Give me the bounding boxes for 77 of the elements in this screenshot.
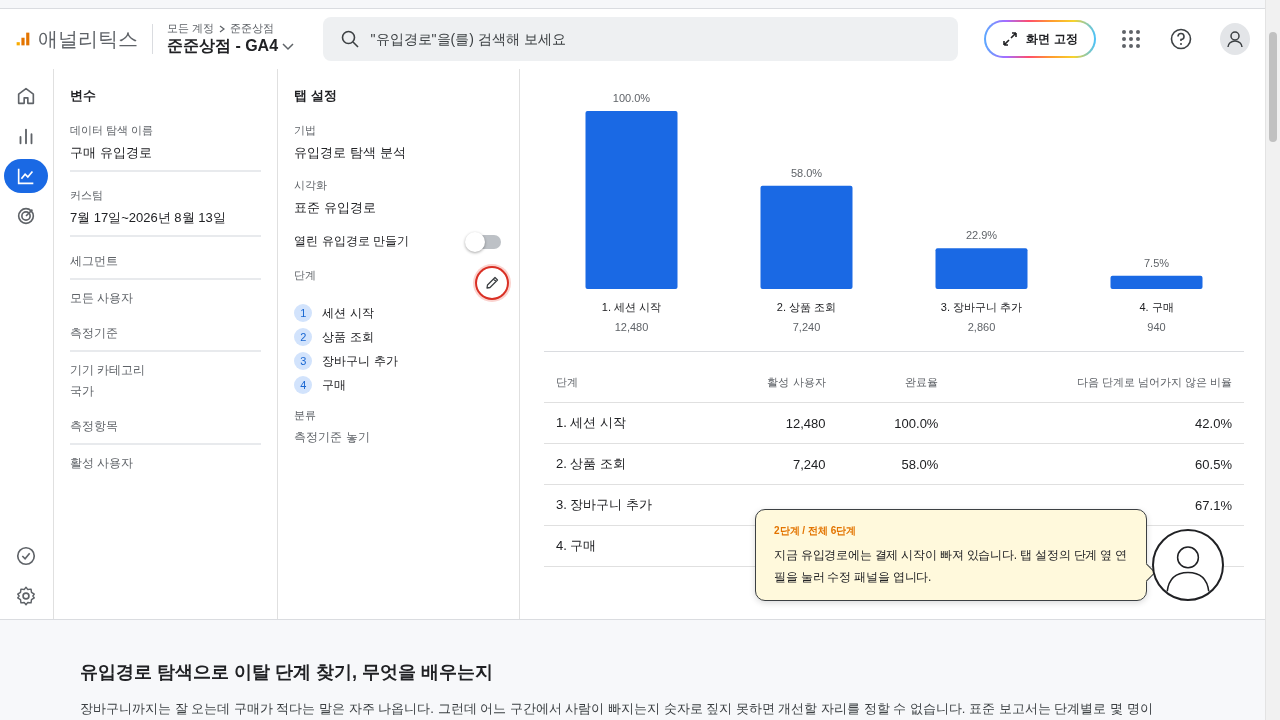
pencil-icon (484, 275, 500, 291)
value-label: 7.5% (1143, 256, 1169, 269)
field-label: 단계 (294, 268, 317, 283)
article-heading: 유입경로 탐색으로 이탈 단계 찾기, 무엇을 배우는지 (80, 661, 494, 684)
panel-title: 변수 (69, 87, 96, 105)
table-cell: 7,240 (793, 456, 826, 472)
article-paragraph: 장바구니까지는 잘 오는데 구매가 적다는 말은 자주 나옵니다. 그런데 어느 구간에서 사람이 빠지는지 숫자로 짚지 못하면 개선할 자리를 정할 수 없습니다. 표준 보고서는 단계별로 몇 명이 (80, 700, 1154, 718)
step-number: 3 (294, 352, 313, 370)
table-row[interactable]: 2. 상품 조회 7,240 58.0% 60.5% (544, 444, 1244, 485)
value-label: 100.0% (612, 92, 651, 104)
nav-item[interactable] (4, 159, 49, 193)
field-label: 기법 (294, 123, 317, 138)
step-number: 2 (294, 328, 313, 346)
table-cell: 42.0% (1195, 415, 1232, 431)
step-number: 4 (294, 376, 313, 394)
field-value[interactable]: 유입경로 탐색 분석 (294, 144, 406, 162)
table-cell: 1. 세션 시작 (556, 414, 627, 432)
breadcrumb-link[interactable]: 준준상점 (230, 21, 274, 36)
table-cell: 4. 구매 (556, 537, 597, 555)
funnel-bar[interactable] (1110, 275, 1203, 289)
category-label: 3. 장바구니 추가 (940, 301, 1023, 313)
user-count: 7,240 (792, 321, 821, 333)
product-name: 애널리틱스 (38, 26, 138, 52)
table-cell: 67.1% (1195, 497, 1232, 513)
guide-step-text: 2단계 / 전체 6단계 (774, 524, 858, 538)
category-label: 4. 구매 (1139, 301, 1174, 313)
column-header[interactable]: 다음 단계로 넘어가지 않은 비율 (950, 362, 1244, 402)
table-cell: 12,480 (785, 415, 826, 431)
field-label: 커스텀 (69, 188, 103, 203)
step-name[interactable]: 상품 조회 (322, 328, 374, 346)
search-field[interactable]: "유입경로"을(를) 검색해 보세요 (322, 17, 959, 61)
table-cell: 100.0% (894, 415, 939, 431)
panel-title: 탭 설정 (294, 87, 337, 105)
step-name[interactable]: 세션 시작 (322, 304, 374, 322)
column-header[interactable]: 완료율 (837, 362, 951, 402)
chevron-right-icon (218, 24, 226, 33)
section-heading: 세그먼트 (69, 253, 262, 280)
field-label: 분류 (294, 408, 317, 423)
account-avatar-icon[interactable] (1219, 23, 1250, 55)
user-count: 12,480 (614, 321, 649, 333)
pin-screen-button[interactable]: 화면 고정 (984, 20, 1096, 58)
guide-message: 지금 유입경로에는 결제 시작이 빠져 있습니다. 탭 설정의 단계 옆 연필을 눌러 수정 패널을 엽니다. (774, 547, 1128, 586)
section-heading: 측정항목 (69, 418, 262, 445)
variable-item[interactable]: 국가 (69, 383, 94, 400)
value-label: 22.9% (965, 229, 998, 242)
expand-icon (1002, 31, 1019, 47)
open-funnel-toggle[interactable] (467, 234, 501, 249)
column-header[interactable]: 단계 (544, 362, 725, 402)
value-label: 58.0% (790, 166, 823, 179)
field-value[interactable]: 7월 17일~2026년 8월 13일 (69, 209, 226, 227)
section-heading: 측정기준 (69, 325, 262, 352)
variable-item[interactable]: 기기 카테고리 (69, 362, 146, 379)
category-label: 2. 상품 조회 (776, 301, 837, 313)
step-name[interactable]: 장바구니 추가 (322, 352, 398, 370)
toggle-label: 열린 유입경로 만들기 (294, 233, 409, 250)
table-row[interactable]: 1. 세션 시작 12,480 100.0% 42.0% (544, 403, 1244, 444)
column-header[interactable]: 활성 사용자 (724, 362, 838, 402)
table-cell: 58.0% (901, 456, 939, 472)
table-cell: 60.5% (1195, 456, 1232, 472)
field-label: 시각화 (294, 178, 328, 193)
chevron-down-icon (282, 42, 295, 51)
table-cell: 2. 상품 조회 (556, 455, 627, 473)
variable-item[interactable]: 활성 사용자 (69, 455, 134, 472)
user-count: 2,860 (967, 321, 996, 333)
field-value[interactable]: 구매 유입경로 (69, 144, 152, 162)
table-cell: 3. 장바구니 추가 (556, 496, 653, 514)
variable-item[interactable]: 모든 사용자 (69, 290, 134, 307)
field-value[interactable]: 표준 유입경로 (294, 199, 376, 217)
category-label: 1. 세션 시작 (601, 301, 662, 313)
drop-zone-hint: 측정기준 놓기 (294, 429, 370, 446)
property-selector[interactable]: 준준상점 - GA4 (166, 36, 299, 57)
breadcrumb-link[interactable]: 모든 계정 (166, 21, 214, 36)
step-number: 1 (294, 304, 313, 322)
field-label: 데이터 탐색 이름 (69, 123, 153, 138)
scrollbar[interactable] (1265, 0, 1280, 720)
user-count: 940 (1147, 321, 1166, 333)
step-name[interactable]: 구매 (322, 376, 347, 394)
